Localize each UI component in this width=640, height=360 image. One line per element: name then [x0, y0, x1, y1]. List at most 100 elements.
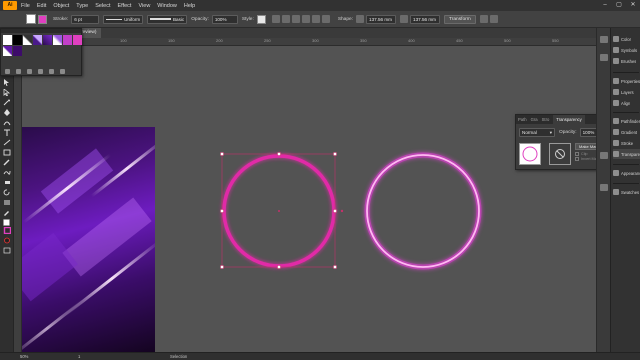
panel-icon[interactable] [600, 36, 608, 43]
swatch[interactable] [53, 35, 62, 45]
dock-brushes[interactable]: Brushes [613, 56, 640, 66]
opacity-field[interactable]: 100% [211, 14, 238, 24]
tab-stroke[interactable]: Stro [542, 117, 550, 122]
panel-icon[interactable] [600, 184, 608, 191]
link-dimensions-icon[interactable] [400, 15, 409, 23]
dock-properties[interactable]: Properties [613, 76, 640, 86]
dock-align[interactable]: Align [613, 98, 640, 108]
swatch[interactable] [43, 35, 52, 45]
shaper-tool-icon[interactable] [2, 168, 12, 176]
swatch[interactable] [13, 46, 22, 56]
selection-tool-icon[interactable] [2, 78, 12, 86]
dock-layers[interactable]: Layers [613, 87, 640, 97]
rectangle-tool-icon[interactable] [2, 148, 12, 156]
transform-button[interactable]: Transform [444, 14, 476, 24]
align-icon[interactable] [271, 15, 280, 23]
zoom-level[interactable]: 50% [20, 354, 28, 359]
swatch-flyout[interactable] [0, 28, 82, 76]
flyout-header[interactable] [1, 29, 81, 33]
isolate-icon[interactable] [479, 15, 488, 23]
minimize-button[interactable]: – [598, 0, 612, 11]
menu-window[interactable]: Window [157, 3, 177, 9]
panel-icon[interactable] [600, 152, 608, 159]
opacity-label[interactable]: Opacity: [191, 17, 209, 22]
swatch[interactable] [3, 46, 12, 56]
dock-transparency[interactable]: Transparency [613, 149, 640, 159]
align-center-icon[interactable] [281, 15, 290, 23]
align-right-icon[interactable] [291, 15, 300, 23]
dock-gradient[interactable]: Gradient [613, 127, 640, 137]
swatch[interactable] [63, 35, 72, 45]
line-tool-icon[interactable] [2, 138, 12, 146]
menu-view[interactable]: View [138, 3, 150, 9]
tab-gradient[interactable]: Gra [531, 117, 538, 122]
blend-mode-select[interactable]: Normal ▾ [519, 128, 555, 137]
dock-swatches[interactable]: Swatches [613, 187, 640, 197]
tab-transparency[interactable]: Transparency [553, 115, 585, 124]
rotate-tool-icon[interactable] [2, 188, 12, 196]
drawing-mode-icon[interactable] [2, 246, 12, 254]
stroke-weight-field[interactable]: 6 pt [71, 14, 100, 24]
selection-handles[interactable] [220, 152, 337, 269]
menu-help[interactable]: Help [184, 3, 195, 9]
pen-tool-icon[interactable] [2, 108, 12, 116]
object-thumbnail[interactable] [519, 143, 541, 165]
paintbrush-tool-icon[interactable] [2, 158, 12, 166]
swatch[interactable] [13, 35, 22, 45]
eraser-tool-icon[interactable] [2, 178, 12, 186]
dock-symbols[interactable]: Symbols [613, 45, 640, 55]
dock-pathfinder[interactable]: Pathfinder [613, 116, 640, 126]
shape-height-field[interactable]: 137.56 mm [410, 14, 441, 24]
dock-appearance[interactable]: Appearance [613, 168, 640, 178]
tab-pathfinder[interactable]: Path [518, 117, 527, 122]
menu-edit[interactable]: Edit [37, 3, 46, 9]
selected-circle[interactable] [222, 154, 336, 268]
stroke-color-swatch[interactable] [2, 226, 12, 234]
style-swatch[interactable] [256, 14, 266, 24]
align-top-icon[interactable] [301, 15, 310, 23]
align-bottom-icon[interactable] [321, 15, 330, 23]
artboard-number[interactable]: 1 [78, 354, 80, 359]
gradient-tool-icon[interactable] [2, 198, 12, 206]
eyedropper-tool-icon[interactable] [2, 208, 12, 216]
swatch[interactable] [23, 35, 32, 45]
ruler-horizontal[interactable]: 0 50 100 150 200 250 300 350 400 450 500… [22, 38, 596, 46]
swatch[interactable] [3, 35, 12, 45]
new-swatch-icon[interactable] [49, 69, 54, 74]
menu-type[interactable]: Type [76, 3, 88, 9]
maximize-button[interactable]: ▢ [612, 0, 626, 11]
show-kinds-icon[interactable] [16, 69, 21, 74]
direct-selection-tool-icon[interactable] [2, 88, 12, 96]
color-group-icon[interactable] [38, 69, 43, 74]
close-button[interactable]: ✕ [626, 0, 640, 11]
swatch[interactable] [33, 35, 42, 45]
menu-effect[interactable]: Effect [118, 3, 132, 9]
menu-file[interactable]: File [21, 3, 30, 9]
magic-wand-tool-icon[interactable] [2, 98, 12, 106]
rotate-handle[interactable] [340, 209, 344, 213]
type-tool-icon[interactable] [2, 128, 12, 136]
glowing-circle[interactable] [364, 152, 482, 270]
panel-menu-icon[interactable] [489, 15, 498, 23]
delete-swatch-icon[interactable] [60, 69, 65, 74]
panel-icon[interactable] [600, 54, 608, 61]
ruler-vertical[interactable] [14, 46, 22, 352]
swatch[interactable] [73, 35, 82, 45]
mask-thumbnail[interactable] [549, 143, 571, 165]
curvature-tool-icon[interactable] [2, 118, 12, 126]
swap-colors-icon[interactable] [2, 236, 12, 244]
align-middle-icon[interactable] [311, 15, 320, 23]
fill-swatch[interactable] [26, 14, 36, 24]
brush-definition[interactable]: Basic [147, 14, 188, 24]
stroke-swatch[interactable] [38, 14, 47, 24]
shape-width-field[interactable]: 137.56 mm [366, 14, 397, 24]
swatch-options-icon[interactable] [27, 69, 32, 74]
menu-object[interactable]: Object [53, 3, 69, 9]
purple-background-artwork[interactable] [22, 127, 155, 352]
dock-color[interactable]: Color [613, 34, 640, 44]
fill-color-swatch[interactable] [2, 218, 12, 226]
dock-stroke[interactable]: Stroke [613, 138, 640, 148]
shape-ellipse-icon[interactable] [356, 15, 365, 23]
variable-width-profile[interactable]: Uniform [103, 14, 144, 24]
menu-select[interactable]: Select [95, 3, 110, 9]
